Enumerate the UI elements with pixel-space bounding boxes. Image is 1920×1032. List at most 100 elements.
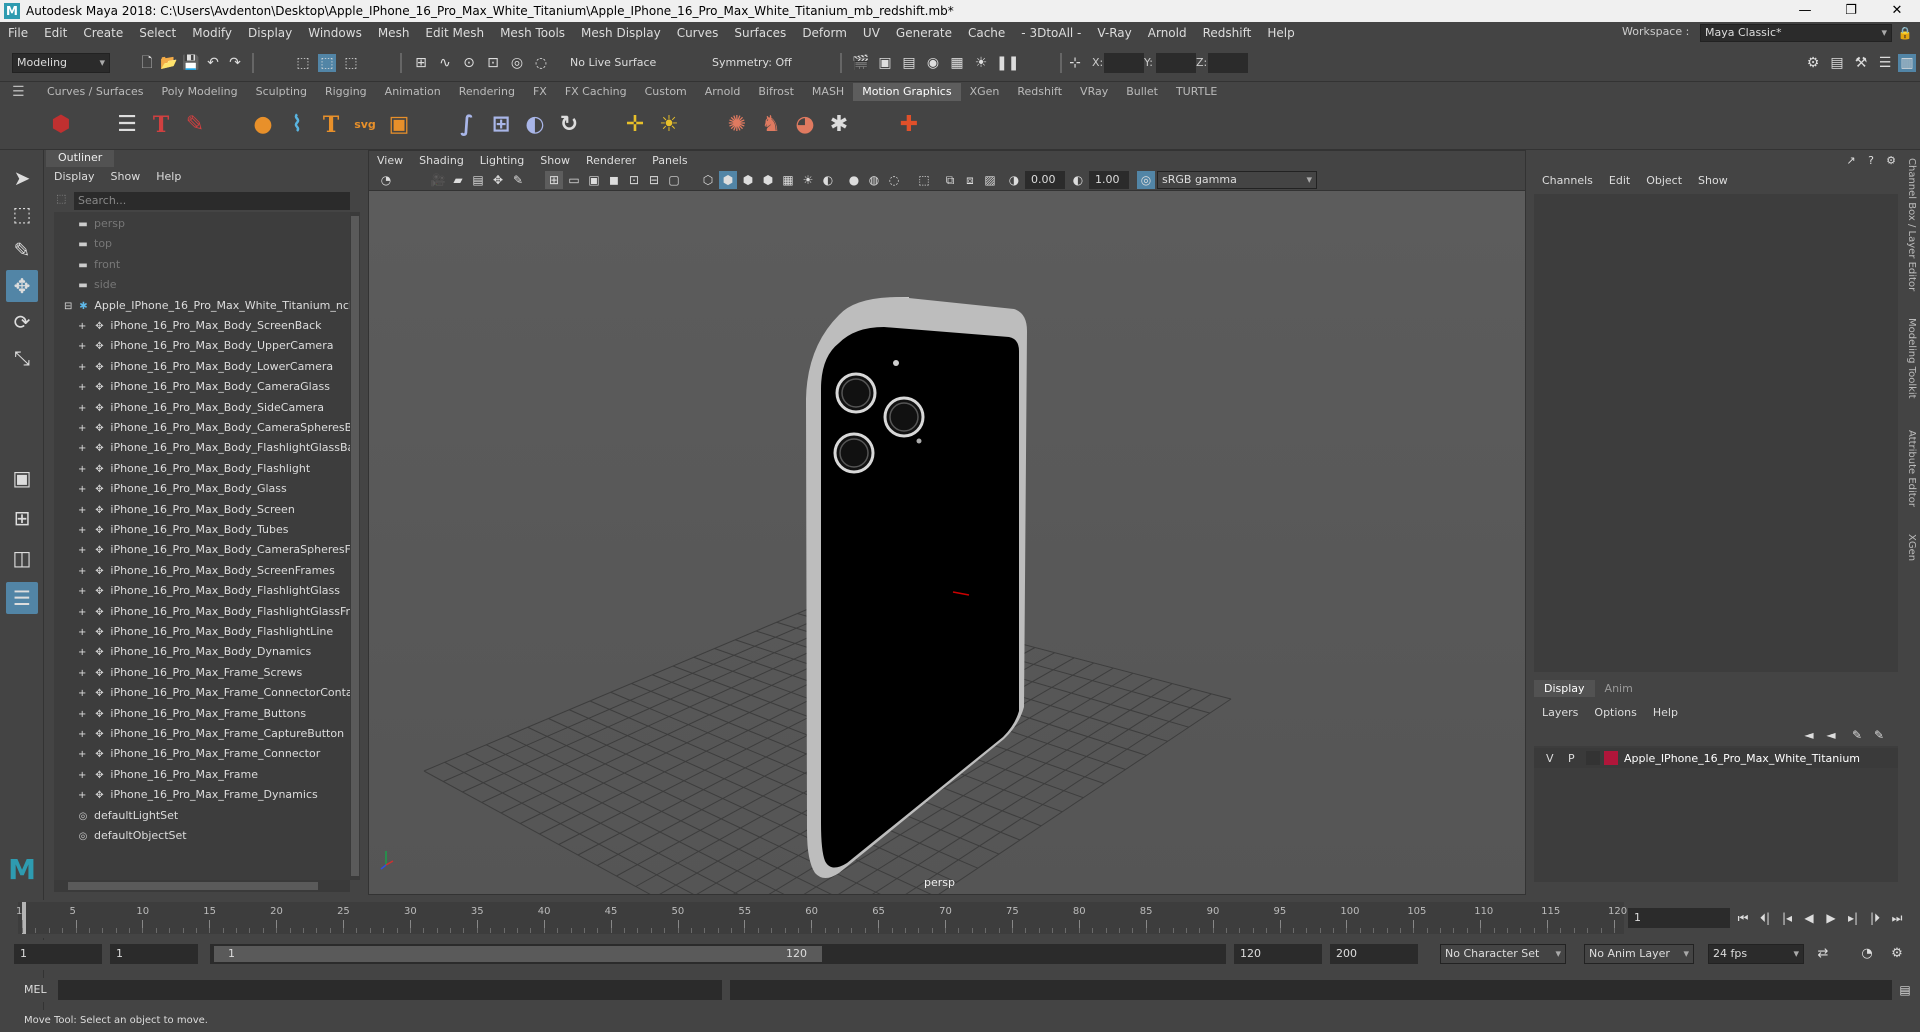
shelf-tab-vray[interactable]: VRay	[1071, 83, 1117, 101]
play-forwards-icon[interactable]: ▶	[1822, 909, 1840, 927]
expand-icon[interactable]: +	[78, 729, 86, 740]
layer-color-swatch[interactable]	[1604, 751, 1618, 765]
film-gate-icon[interactable]: ▭	[565, 171, 583, 189]
wireframe-on-shaded-icon[interactable]: ⬢	[739, 171, 757, 189]
menu-file[interactable]: File	[0, 26, 36, 40]
step-back-frame-icon[interactable]: ⏴|	[1756, 909, 1774, 927]
expand-icon[interactable]: +	[78, 627, 86, 638]
outliner-item[interactable]: + ✥ iPhone_16_Pro_Max_Frame_Connector	[54, 744, 350, 764]
minimize-button[interactable]: —	[1782, 0, 1828, 22]
isolate-select-icon[interactable]: ⬚	[915, 171, 933, 189]
outliner-item[interactable]: + ✥ iPhone_16_Pro_Max_Body_ScreenFrames	[54, 561, 350, 581]
menu-help[interactable]: Help	[1259, 26, 1302, 40]
particle-icon[interactable]: ✺	[722, 110, 752, 140]
shelf-tab-curves-surfaces[interactable]: Curves / Surfaces	[38, 83, 153, 101]
expand-icon[interactable]: +	[78, 749, 86, 760]
expand-icon[interactable]: +	[78, 464, 86, 475]
outliner-item[interactable]: + ✥ iPhone_16_Pro_Max_Body_SideCamera	[54, 398, 350, 418]
shelf-tab-arnold[interactable]: Arnold	[696, 83, 750, 101]
outliner-menu-display[interactable]: Display	[46, 170, 103, 183]
live-surface-field[interactable]: No Live Surface	[564, 53, 664, 73]
outliner-item[interactable]: + ✥ iPhone_16_Pro_Max_Body_FlashlightGlass	[54, 581, 350, 601]
camera-attributes-icon[interactable]: 🎥	[429, 171, 447, 189]
exposure-field[interactable]: 0.00	[1025, 171, 1065, 189]
playback-end-field[interactable]: 120	[1234, 944, 1322, 964]
outliner-item[interactable]: ◎ defaultLightSet	[54, 806, 350, 826]
menu-windows[interactable]: Windows	[300, 26, 370, 40]
sphere-icon[interactable]: ●	[248, 110, 278, 140]
render-frame-icon[interactable]: 🎬	[852, 54, 870, 72]
hypershade-icon[interactable]: ◉	[924, 54, 942, 72]
move-pivot-icon[interactable]: ✚	[894, 110, 924, 140]
menu-set-select[interactable]: Modeling	[12, 53, 110, 73]
save-scene-icon[interactable]: 💾	[182, 54, 200, 72]
layer-menu-options[interactable]: Options	[1586, 706, 1644, 719]
channel-box-settings-icon[interactable]: ⚙	[1882, 152, 1900, 170]
range-bar[interactable]: 1 120	[210, 944, 1226, 964]
expand-icon[interactable]: +	[78, 484, 86, 495]
expand-icon[interactable]: +	[78, 770, 86, 781]
scale-tool-icon[interactable]: ⤡	[6, 342, 38, 374]
close-button[interactable]: ✕	[1874, 0, 1920, 22]
expand-icon[interactable]: +	[78, 688, 86, 699]
outliner-item[interactable]: ▬ top	[54, 234, 350, 254]
outliner-item[interactable]: + ✥ iPhone_16_Pro_Max_Body_CameraSpheresFr…	[54, 540, 350, 560]
rigid-body-icon[interactable]: ◕	[790, 110, 820, 140]
expand-icon[interactable]: +	[78, 566, 86, 577]
scene-start-field[interactable]: 1	[14, 944, 102, 964]
layer-tab-display[interactable]: Display	[1534, 680, 1595, 697]
type-tool-icon[interactable]: T	[316, 110, 346, 140]
expand-icon[interactable]: +	[78, 790, 86, 801]
scene-end-field[interactable]: 200	[1330, 944, 1418, 964]
viewport-menu-panels[interactable]: Panels	[644, 154, 695, 167]
redo-icon[interactable]: ↷	[226, 54, 244, 72]
shelf-tab-motion-graphics[interactable]: Motion Graphics	[853, 83, 961, 101]
outliner-item[interactable]: ⊟ ✱ Apple_IPhone_16_Pro_Max_White_Titanium…	[54, 296, 350, 316]
exposure-icon[interactable]: ◑	[1005, 171, 1023, 189]
outliner-item[interactable]: + ✥ iPhone_16_Pro_Max_Frame_Dynamics	[54, 785, 350, 805]
viewport-menu-shading[interactable]: Shading	[411, 154, 472, 167]
snap-point-icon[interactable]: ⊙	[460, 54, 478, 72]
outliner-item[interactable]: + ✥ iPhone_16_Pro_Max_Body_Flashlight	[54, 459, 350, 479]
resolution-gate-icon[interactable]: ▣	[585, 171, 603, 189]
fps-select[interactable]: 24 fps	[1708, 944, 1804, 964]
menu-3dtoall[interactable]: - 3DtoAll -	[1013, 26, 1089, 40]
command-input[interactable]	[58, 980, 722, 1000]
image-plane-icon[interactable]: ▤	[469, 171, 487, 189]
snap-surface-icon[interactable]: ◎	[508, 54, 526, 72]
side-tab-attribute-editor[interactable]: Attribute Editor	[1906, 430, 1917, 507]
channel-box-menu-show[interactable]: Show	[1690, 174, 1736, 187]
color-management-icon[interactable]: ◎	[1137, 171, 1155, 189]
layer-type-toggle[interactable]	[1586, 751, 1600, 765]
menu-cache[interactable]: Cache	[960, 26, 1013, 40]
attribute-editor-icon[interactable]: ▤	[1828, 54, 1846, 72]
shadows-icon[interactable]: ☀	[799, 171, 817, 189]
viewport-menu-show[interactable]: Show	[532, 154, 578, 167]
shelf-tab-bifrost[interactable]: Bifrost	[749, 83, 803, 101]
use-all-lights-icon[interactable]: ▦	[779, 171, 797, 189]
light-icon[interactable]: ☀	[654, 110, 684, 140]
curve-tool-icon[interactable]: ⌇	[282, 110, 312, 140]
layer-playback-toggle[interactable]: P	[1568, 752, 1575, 765]
maximize-button[interactable]: ❐	[1828, 0, 1874, 22]
outliner-tab[interactable]: Outliner	[46, 150, 115, 167]
shelf-menu-icon[interactable]: ☰	[12, 84, 25, 100]
z-field[interactable]	[1208, 53, 1248, 73]
wireframe-icon[interactable]: ⬡	[699, 171, 717, 189]
menu-edit-mesh[interactable]: Edit Mesh	[417, 26, 492, 40]
lock-icon[interactable]: 🔒	[1896, 24, 1914, 42]
shelf-tab-custom[interactable]: Custom	[636, 83, 696, 101]
menu-mesh-display[interactable]: Mesh Display	[573, 26, 669, 40]
loop-icon[interactable]: ⇄	[1814, 945, 1832, 963]
smooth-shade-icon[interactable]: ⬢	[719, 171, 737, 189]
viewport-canvas[interactable]: persp	[369, 191, 1525, 894]
expand-icon[interactable]: +	[78, 647, 86, 658]
camera-select-icon[interactable]: ◔	[377, 171, 395, 189]
outliner-item[interactable]: + ✥ iPhone_16_Pro_Max_Frame_Buttons	[54, 704, 350, 724]
ambient-occlusion-icon[interactable]: ◐	[819, 171, 837, 189]
outliner-item[interactable]: + ✥ iPhone_16_Pro_Max_Body_Tubes	[54, 520, 350, 540]
outliner-item[interactable]: ▬ persp	[54, 214, 350, 234]
modeling-toolkit-icon[interactable]: ⚙	[1804, 54, 1822, 72]
grease-pencil-icon[interactable]: ✎	[509, 171, 527, 189]
step-back-key-icon[interactable]: |◂	[1778, 909, 1796, 927]
